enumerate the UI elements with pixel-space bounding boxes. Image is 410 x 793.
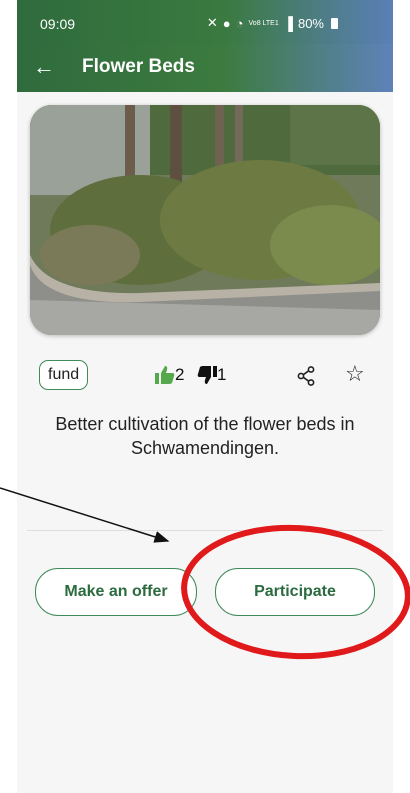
participate-button[interactable]: Participate xyxy=(215,568,375,616)
battery-icon xyxy=(331,17,338,29)
thumbs-up-icon xyxy=(155,366,175,384)
star-icon[interactable]: ☆ xyxy=(345,362,365,386)
battery-percent: 80% xyxy=(297,15,324,31)
divider xyxy=(27,530,383,531)
wifi-icon: ◔ xyxy=(235,15,244,31)
project-image xyxy=(30,105,380,335)
project-meta-row: fund 2 1 ☆ xyxy=(17,360,393,394)
downvote-count: 1 xyxy=(217,365,227,384)
share-icon[interactable] xyxy=(297,366,315,386)
downvote-button[interactable]: 1 xyxy=(197,365,226,385)
flower-bed-photo xyxy=(30,105,380,335)
thumbs-down-icon xyxy=(197,366,217,384)
project-description: Better cultivation of the flower beds in… xyxy=(55,414,355,458)
status-icons: ✕ ● ◔ Vo8 LTE1 ▐ 80% xyxy=(207,15,338,31)
page-title: Flower Beds xyxy=(82,56,195,77)
location-icon: ● xyxy=(222,15,231,31)
upvote-button[interactable]: 2 xyxy=(155,365,184,385)
phone-screen: 09:09 ✕ ● ◔ Vo8 LTE1 ▐ 80% ← Flower Beds xyxy=(17,0,393,793)
mute-icon: ✕ xyxy=(206,15,218,30)
category-tag[interactable]: fund xyxy=(39,360,89,390)
signal-icon: ▐ xyxy=(283,15,293,31)
upvote-count: 2 xyxy=(175,365,185,384)
status-time: 09:09 xyxy=(40,16,76,32)
status-bar: 09:09 ✕ ● ◔ Vo8 LTE1 ▐ 80% xyxy=(17,0,393,44)
arrow-left-icon[interactable]: ← xyxy=(33,54,55,80)
make-offer-button[interactable]: Make an offer xyxy=(35,568,197,616)
app-bar: ← Flower Beds xyxy=(17,44,393,92)
network-label: Vo8 LTE1 xyxy=(248,19,279,27)
